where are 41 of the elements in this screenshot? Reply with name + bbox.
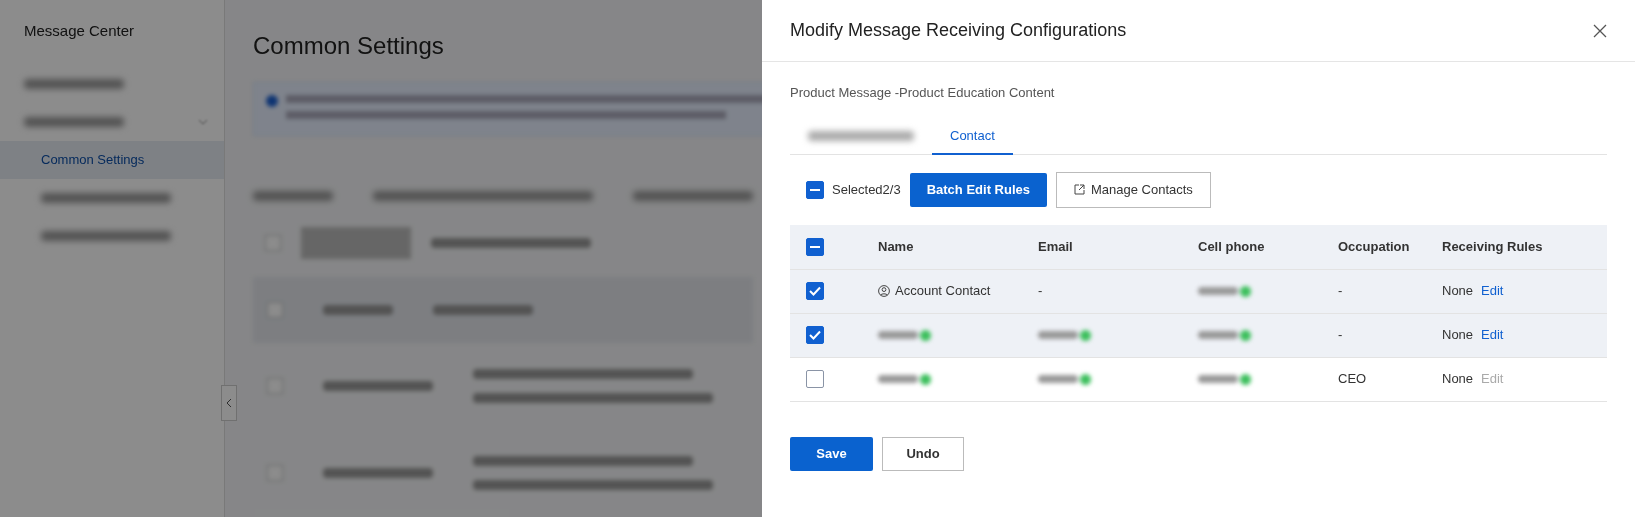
blurred-text [1198,329,1251,341]
checkbox[interactable] [806,326,824,344]
table-cell-text: Account Contact [895,282,991,301]
table-cell-text: - [1038,282,1043,301]
blurred-text [1198,373,1251,385]
column-header: Cell phone [1198,237,1266,256]
table-cell-text: None [1442,282,1474,301]
external-link-icon [1073,184,1085,195]
table-cell-text: None [1442,370,1474,389]
column-header: Occupation [1338,237,1411,256]
table-cell-text: - [1338,282,1344,301]
edit-link[interactable]: Edit [1481,281,1504,301]
column-header: Receiving Rules [1442,237,1544,256]
blurred-text [878,373,931,385]
checkbox[interactable] [806,282,824,300]
breadcrumb-text: Product Message -Product Education Content [790,84,1056,102]
page-title: Common Settings [253,31,444,61]
edit-link[interactable]: Edit [1481,325,1504,345]
blurred-text [1038,329,1091,341]
close-icon[interactable] [1593,23,1607,38]
blurred-text [1038,373,1091,385]
drawer-title: Modify Message Receiving Configurations [790,19,1127,42]
column-header: Email [1038,237,1074,256]
tab[interactable]: Contact [932,118,1013,155]
table-cell-text: None [1442,326,1474,345]
checkbox[interactable] [806,370,824,388]
undo-button[interactable]: Undo [882,436,964,471]
blurred-text [1198,285,1251,297]
person-icon [878,285,890,297]
blurred-text [878,329,931,341]
manage-contacts-button[interactable]: Manage Contacts [1055,171,1211,208]
batch-edit-button[interactable]: Batch Edit Rules [909,172,1047,207]
sidebar-title: Message Center [23,21,136,41]
save-button[interactable]: Save [790,436,873,471]
collapse-handle[interactable] [221,385,237,421]
selection-count: Selected2/3 [832,180,901,199]
checkbox[interactable] [806,237,824,256]
checkbox[interactable] [806,180,824,199]
table-cell-text: - [1338,326,1344,345]
column-header: Name [878,237,915,256]
table-cell-text: CEO [1338,370,1368,389]
